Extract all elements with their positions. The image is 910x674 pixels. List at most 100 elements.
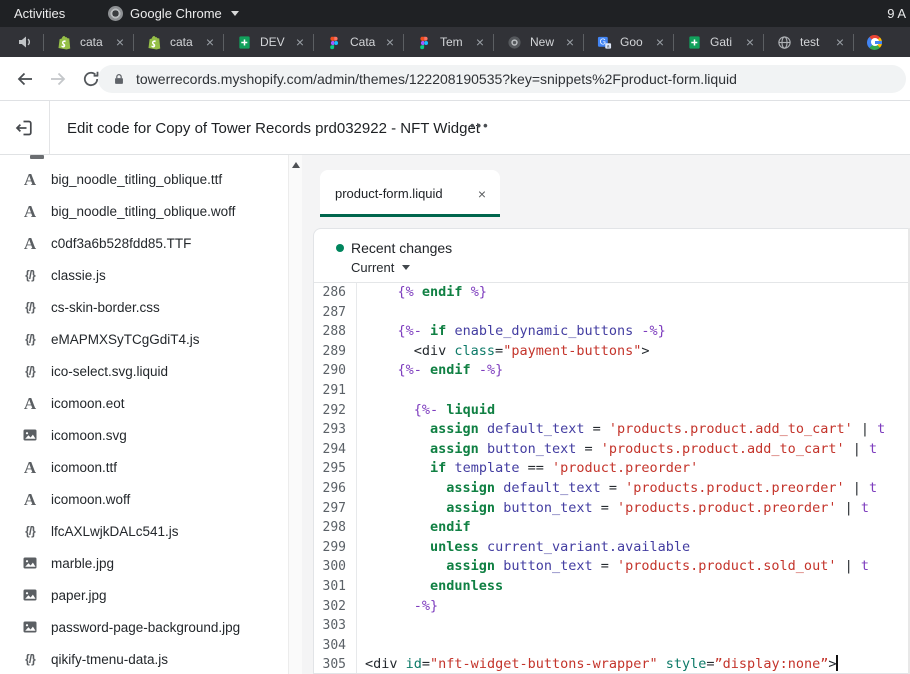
lock-icon[interactable] bbox=[112, 72, 126, 86]
code-line[interactable]: 286 {% endif %} bbox=[314, 283, 910, 303]
close-icon[interactable]: × bbox=[478, 186, 486, 202]
file-name: c0df3a6b528fdd85.TTF bbox=[51, 236, 191, 251]
shopify-favicon bbox=[57, 35, 72, 50]
tab-close-icon[interactable]: × bbox=[836, 35, 844, 49]
tab-close-icon[interactable]: × bbox=[206, 35, 214, 49]
code-content: endunless bbox=[357, 577, 503, 597]
screen: Activities Google Chrome 9 A cata×cata×D… bbox=[0, 0, 910, 674]
file-item[interactable]: {/}classie.js bbox=[0, 259, 288, 291]
code-line[interactable]: 288 {%- if enable_dynamic_buttons -%} bbox=[314, 322, 910, 342]
exit-code-editor-icon[interactable] bbox=[14, 118, 34, 138]
file-item[interactable]: {/}eMAPMXSyTCgGdiT4.js bbox=[0, 323, 288, 355]
file-item[interactable]: {/}lfcAXLwjkDALc541.js bbox=[0, 515, 288, 547]
code-line[interactable]: 301 endunless bbox=[314, 577, 910, 597]
code-line[interactable]: 299 unless current_variant.available bbox=[314, 538, 910, 558]
browser-tab[interactable]: New × bbox=[494, 27, 583, 57]
image-file-icon bbox=[18, 587, 42, 603]
tab-title: Cata bbox=[350, 35, 382, 49]
code-line[interactable]: 289 <div class="payment-buttons"> bbox=[314, 342, 910, 362]
code-content: assign button_text = 'products.product.s… bbox=[357, 557, 869, 577]
version-selector[interactable]: Current bbox=[351, 260, 410, 275]
code-line[interactable]: 295 if template == 'product.preorder' bbox=[314, 459, 910, 479]
file-item[interactable]: password-page-background.jpg bbox=[0, 611, 288, 643]
chrome-icon bbox=[108, 6, 123, 21]
code-line[interactable]: 290 {%- endif -%} bbox=[314, 361, 910, 381]
tab-title: Goo bbox=[620, 35, 652, 49]
file-item[interactable]: {/}qikify-tmenu-data.js bbox=[0, 643, 288, 674]
address-bar[interactable]: towerrecords.myshopify.com/admin/themes/… bbox=[98, 65, 906, 93]
line-number: 305 bbox=[314, 655, 357, 673]
file-item[interactable]: Aicomoon.eot bbox=[0, 387, 288, 419]
line-number: 289 bbox=[314, 342, 357, 362]
ubuntu-top-bar: Activities Google Chrome 9 A bbox=[0, 0, 910, 27]
tab-close-icon[interactable]: × bbox=[386, 35, 394, 49]
back-icon[interactable] bbox=[15, 69, 35, 89]
browser-tab[interactable] bbox=[854, 27, 896, 57]
file-item[interactable]: icomoon.svg bbox=[0, 419, 288, 451]
tab-close-icon[interactable]: × bbox=[296, 35, 304, 49]
code-line[interactable]: 294 assign button_text = 'products.produ… bbox=[314, 440, 910, 460]
divider bbox=[49, 101, 50, 155]
browser-tab[interactable]: Gati × bbox=[674, 27, 763, 57]
line-number: 301 bbox=[314, 577, 357, 597]
font-file-icon: A bbox=[18, 459, 42, 476]
forward-icon[interactable] bbox=[48, 69, 68, 89]
tab-title: New bbox=[530, 35, 562, 49]
file-name: marble.jpg bbox=[51, 556, 114, 571]
file-name: ico-select.svg.liquid bbox=[51, 364, 168, 379]
browser-tab[interactable]: cata× bbox=[134, 27, 223, 57]
clock[interactable]: 9 A bbox=[887, 6, 906, 21]
file-item[interactable]: Abig_noodle_titling_oblique.woff bbox=[0, 195, 288, 227]
code-line[interactable]: 298 endif bbox=[314, 518, 910, 538]
scroll-up-icon[interactable] bbox=[292, 162, 300, 168]
browser-tab[interactable]: cata × bbox=[44, 27, 133, 57]
tab-title: Gati bbox=[710, 35, 742, 49]
file-item[interactable]: Abig_noodle_titling_oblique.ttf bbox=[0, 163, 288, 195]
code-line[interactable]: 297 assign button_text = 'products.produ… bbox=[314, 499, 910, 519]
font-file-icon: A bbox=[18, 395, 42, 412]
file-item[interactable]: {/}cs-skin-border.css bbox=[0, 291, 288, 323]
app-menu[interactable]: Google Chrome bbox=[108, 6, 239, 21]
file-item[interactable]: marble.jpg bbox=[0, 547, 288, 579]
browser-tab[interactable]: GaGoo× bbox=[584, 27, 673, 57]
browser-toolbar: towerrecords.myshopify.com/admin/themes/… bbox=[0, 57, 910, 101]
code-line[interactable]: 291 bbox=[314, 381, 910, 401]
recent-changes-row: Recent changes bbox=[336, 240, 452, 256]
line-number: 290 bbox=[314, 361, 357, 381]
code-line[interactable]: 292 {%- liquid bbox=[314, 401, 910, 421]
more-actions-button[interactable]: ••• bbox=[470, 118, 490, 133]
code-editor[interactable]: 286 {% endif %}287288 {%- if enable_dyna… bbox=[314, 283, 910, 673]
line-number: 286 bbox=[314, 283, 357, 303]
tab-close-icon[interactable]: × bbox=[566, 35, 574, 49]
code-line[interactable]: 302 -%} bbox=[314, 597, 910, 617]
tab-title: cata bbox=[80, 35, 112, 49]
activities-button[interactable]: Activities bbox=[14, 6, 65, 21]
speaker-icon[interactable] bbox=[16, 33, 34, 51]
file-item[interactable]: paper.jpg bbox=[0, 579, 288, 611]
code-content: -%} bbox=[357, 597, 438, 617]
sidebar-scrollbar[interactable] bbox=[288, 155, 302, 674]
code-line[interactable]: 293 assign default_text = 'products.prod… bbox=[314, 420, 910, 440]
browser-tab[interactable]: Tem × bbox=[404, 27, 493, 57]
file-item[interactable]: Ac0df3a6b528fdd85.TTF bbox=[0, 227, 288, 259]
code-line[interactable]: 300 assign button_text = 'products.produ… bbox=[314, 557, 910, 577]
code-line[interactable]: 305<div id="nft-widget-buttons-wrapper" … bbox=[314, 655, 910, 673]
code-line[interactable]: 287 bbox=[314, 303, 910, 323]
browser-tab[interactable]: Cata × bbox=[314, 27, 403, 57]
tab-close-icon[interactable]: × bbox=[476, 35, 484, 49]
file-item[interactable]: Aicomoon.woff bbox=[0, 483, 288, 515]
code-line[interactable]: 304 bbox=[314, 636, 910, 656]
editor-file-tab[interactable]: product-form.liquid × bbox=[320, 170, 500, 217]
tab-close-icon[interactable]: × bbox=[656, 35, 664, 49]
file-item[interactable]: {/}ico-select.svg.liquid bbox=[0, 355, 288, 387]
file-item[interactable]: Aicomoon.ttf bbox=[0, 451, 288, 483]
tab-close-icon[interactable]: × bbox=[746, 35, 754, 49]
content: Abig_noodle_titling_oblique.ttfAbig_nood… bbox=[0, 155, 910, 674]
tab-close-icon[interactable]: × bbox=[116, 35, 124, 49]
partially-scrolled-item bbox=[30, 155, 44, 159]
tab-title: Tem bbox=[440, 35, 472, 49]
browser-tab[interactable]: DEV× bbox=[224, 27, 313, 57]
browser-tab[interactable]: test× bbox=[764, 27, 853, 57]
code-line[interactable]: 296 assign default_text = 'products.prod… bbox=[314, 479, 910, 499]
code-line[interactable]: 303 bbox=[314, 616, 910, 636]
